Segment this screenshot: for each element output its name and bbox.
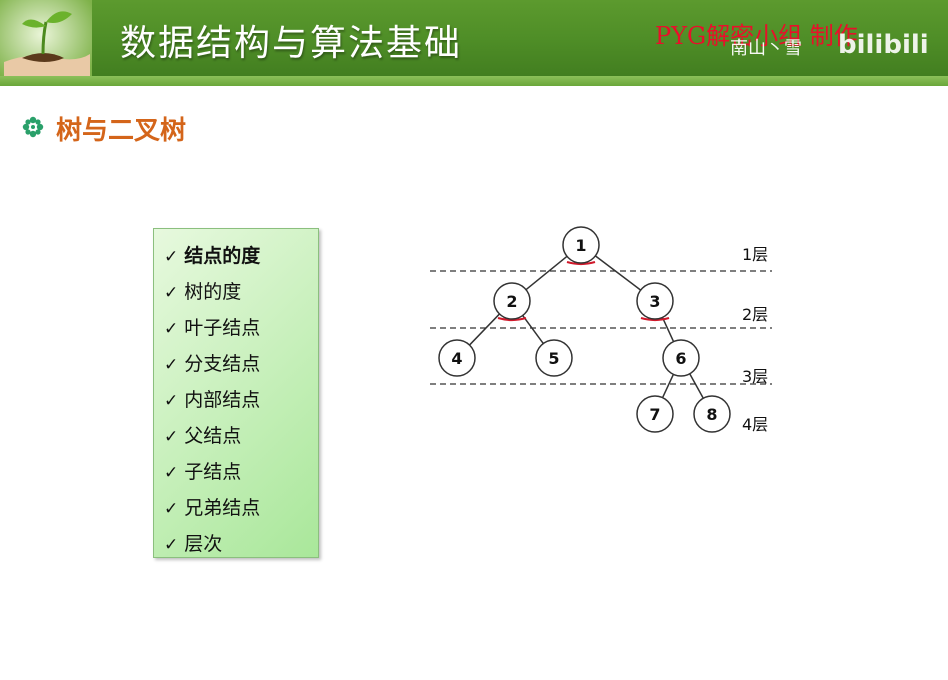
tree-node-label: 5 bbox=[548, 349, 559, 368]
tree-edge bbox=[468, 313, 501, 346]
tree-node-label: 4 bbox=[451, 349, 462, 368]
tree-node-5: 5 bbox=[535, 339, 573, 377]
tree-node-3: 3 bbox=[636, 282, 674, 320]
tree-node-label: 3 bbox=[649, 292, 660, 311]
tree-node-7: 7 bbox=[636, 395, 674, 433]
tree-node-6: 6 bbox=[662, 339, 700, 377]
level-label: 2层 bbox=[742, 305, 768, 324]
tree-node-label: 1 bbox=[575, 236, 586, 255]
level-label: 3层 bbox=[742, 367, 768, 386]
level-label: 1层 bbox=[742, 245, 768, 264]
binary-tree-diagram: 1 2 3 4 5 6 7 8 1层 2层 3层 4层 bbox=[430, 226, 772, 434]
tree-edge bbox=[525, 255, 568, 291]
tree-node-4: 4 bbox=[438, 339, 476, 377]
tree-node-label: 7 bbox=[649, 405, 660, 424]
tree-node-label: 2 bbox=[506, 292, 517, 311]
tree-edge bbox=[661, 374, 675, 398]
tree-edge bbox=[661, 317, 675, 342]
tree-node-label: 8 bbox=[706, 405, 717, 424]
tree-edge bbox=[689, 373, 704, 399]
tree-edge bbox=[594, 255, 642, 291]
tree-edge bbox=[522, 315, 544, 344]
tree-node-8: 8 bbox=[693, 395, 731, 433]
tree-node-label: 6 bbox=[675, 349, 686, 368]
tree-node-1: 1 bbox=[562, 226, 600, 264]
tree-node-2: 2 bbox=[493, 282, 531, 320]
level-label: 4层 bbox=[742, 415, 768, 434]
